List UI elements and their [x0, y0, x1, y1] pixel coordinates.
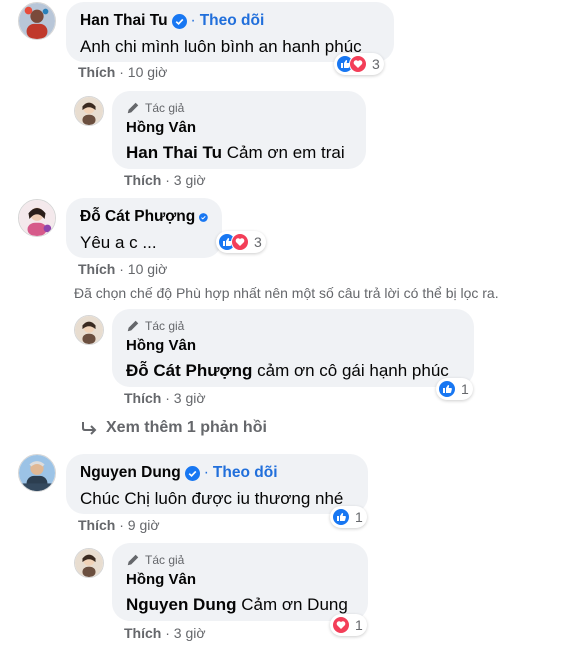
reply-meta: Thích · 3 giờ — [124, 172, 206, 188]
pencil-icon — [127, 554, 139, 566]
reply-bubble: Tác giả Hồng Vân Nguyen Dung Cảm ơn Dung — [112, 543, 368, 621]
avatar-nguyen-dung[interactable] — [18, 454, 56, 492]
reply-text-line: Đỗ Cát Phượng cảm ơn cô gái hạnh phúc — [126, 359, 460, 383]
follow-button[interactable]: Theo dõi — [213, 463, 278, 483]
verified-badge-icon — [171, 13, 187, 29]
view-more-replies-button[interactable]: Xem thêm 1 phản hồi — [80, 419, 267, 437]
like-reaction-icon — [438, 380, 456, 398]
like-button[interactable]: Thích — [124, 625, 161, 641]
reply-bubble: Tác giả Hồng Vân Han Thai Tu Cảm ơn em t… — [112, 91, 366, 169]
filter-notice: Đã chọn chế độ Phù hợp nhất nên một số c… — [74, 285, 499, 301]
separator-dot: · — [190, 12, 196, 29]
reply-bubble: Tác giả Hồng Vân Đỗ Cát Phượng cảm ơn cô… — [112, 309, 474, 387]
reaction-count[interactable]: 3 — [334, 53, 384, 75]
reaction-count-value: 1 — [355, 617, 363, 633]
like-button[interactable]: Thích — [124, 172, 161, 188]
author-badge: Tác giả — [145, 101, 185, 115]
pencil-icon — [127, 102, 139, 114]
like-reaction-icon — [332, 508, 350, 526]
reaction-count-value: 3 — [254, 234, 262, 250]
view-more-replies-label: Xem thêm 1 phản hồi — [106, 419, 267, 436]
reaction-count[interactable]: 1 — [436, 378, 473, 400]
reply-text-line: Han Thai Tu Cảm ơn em trai — [126, 141, 352, 165]
reply-text: Cảm ơn em trai — [226, 143, 345, 162]
comment-meta: Thích · 10 giờ — [78, 64, 168, 80]
reply-arrow-icon — [82, 422, 97, 435]
mention-link[interactable]: Đỗ Cát Phượng — [126, 361, 252, 380]
reply-author[interactable]: Hồng Vân — [126, 118, 352, 138]
reaction-count-value: 1 — [355, 509, 363, 525]
comment-text: Anh chi mình luôn bình an hanh phúc — [80, 37, 362, 56]
author-badge: Tác giả — [145, 553, 185, 567]
love-reaction-icon — [349, 55, 367, 73]
love-reaction-icon — [231, 233, 249, 251]
reply-meta: Thích · 3 giờ — [124, 390, 206, 406]
comment-author[interactable]: Đỗ Cát Phượng — [80, 207, 195, 227]
like-button[interactable]: Thích — [78, 64, 115, 80]
reply-text: Cảm ơn Dung — [241, 595, 348, 614]
comment-author[interactable]: Nguyen Dung — [80, 463, 181, 483]
verified-badge-icon — [199, 212, 208, 222]
timestamp[interactable]: 10 giờ — [128, 261, 168, 277]
avatar-hong-van[interactable] — [74, 315, 104, 345]
verified-badge-icon — [184, 465, 200, 481]
comment-text: Chúc Chị luôn được iu thương nhé — [80, 489, 344, 508]
timestamp[interactable]: 3 giờ — [174, 390, 206, 406]
like-button[interactable]: Thích — [124, 390, 161, 406]
mention-link[interactable]: Han Thai Tu — [126, 143, 222, 162]
reaction-count-value: 3 — [372, 56, 380, 72]
timestamp[interactable]: 10 giờ — [128, 64, 168, 80]
timestamp[interactable]: 3 giờ — [174, 172, 206, 188]
comment-text: Yêu a c ... — [80, 233, 157, 252]
timestamp[interactable]: 3 giờ — [174, 625, 206, 641]
comment-author[interactable]: Han Thai Tu — [80, 11, 168, 31]
author-badge: Tác giả — [145, 319, 185, 333]
reply-author[interactable]: Hồng Vân — [126, 336, 460, 356]
reaction-count[interactable]: 1 — [330, 614, 367, 636]
reply-text: cảm ơn cô gái hạnh phúc — [257, 361, 449, 380]
avatar-han-thai-tu[interactable] — [18, 2, 56, 40]
timestamp[interactable]: 9 giờ — [128, 517, 160, 533]
like-button[interactable]: Thích — [78, 517, 115, 533]
pencil-icon — [127, 320, 139, 332]
comment-bubble: Nguyen Dung · Theo dõi Chúc Chị luôn đượ… — [66, 454, 368, 514]
separator-dot: · — [203, 464, 209, 481]
comment-bubble: Đỗ Cát Phượng Yêu a c ... — [66, 198, 222, 258]
avatar-do-cat-phuong[interactable] — [18, 199, 56, 237]
reply-author[interactable]: Hồng Vân — [126, 570, 354, 590]
reply-text-line: Nguyen Dung Cảm ơn Dung — [126, 593, 354, 617]
reply-meta: Thích · 3 giờ — [124, 625, 206, 641]
reaction-count-value: 1 — [461, 381, 469, 397]
follow-button[interactable]: Theo dõi — [200, 11, 265, 31]
mention-link[interactable]: Nguyen Dung — [126, 595, 237, 614]
love-reaction-icon — [332, 616, 350, 634]
reaction-count[interactable]: 3 — [216, 231, 266, 253]
comment-meta: Thích · 9 giờ — [78, 517, 160, 533]
comment-meta: Thích · 10 giờ — [78, 261, 168, 277]
reaction-count[interactable]: 1 — [330, 506, 367, 528]
like-button[interactable]: Thích — [78, 261, 115, 277]
avatar-hong-van[interactable] — [74, 548, 104, 578]
avatar-hong-van[interactable] — [74, 96, 104, 126]
